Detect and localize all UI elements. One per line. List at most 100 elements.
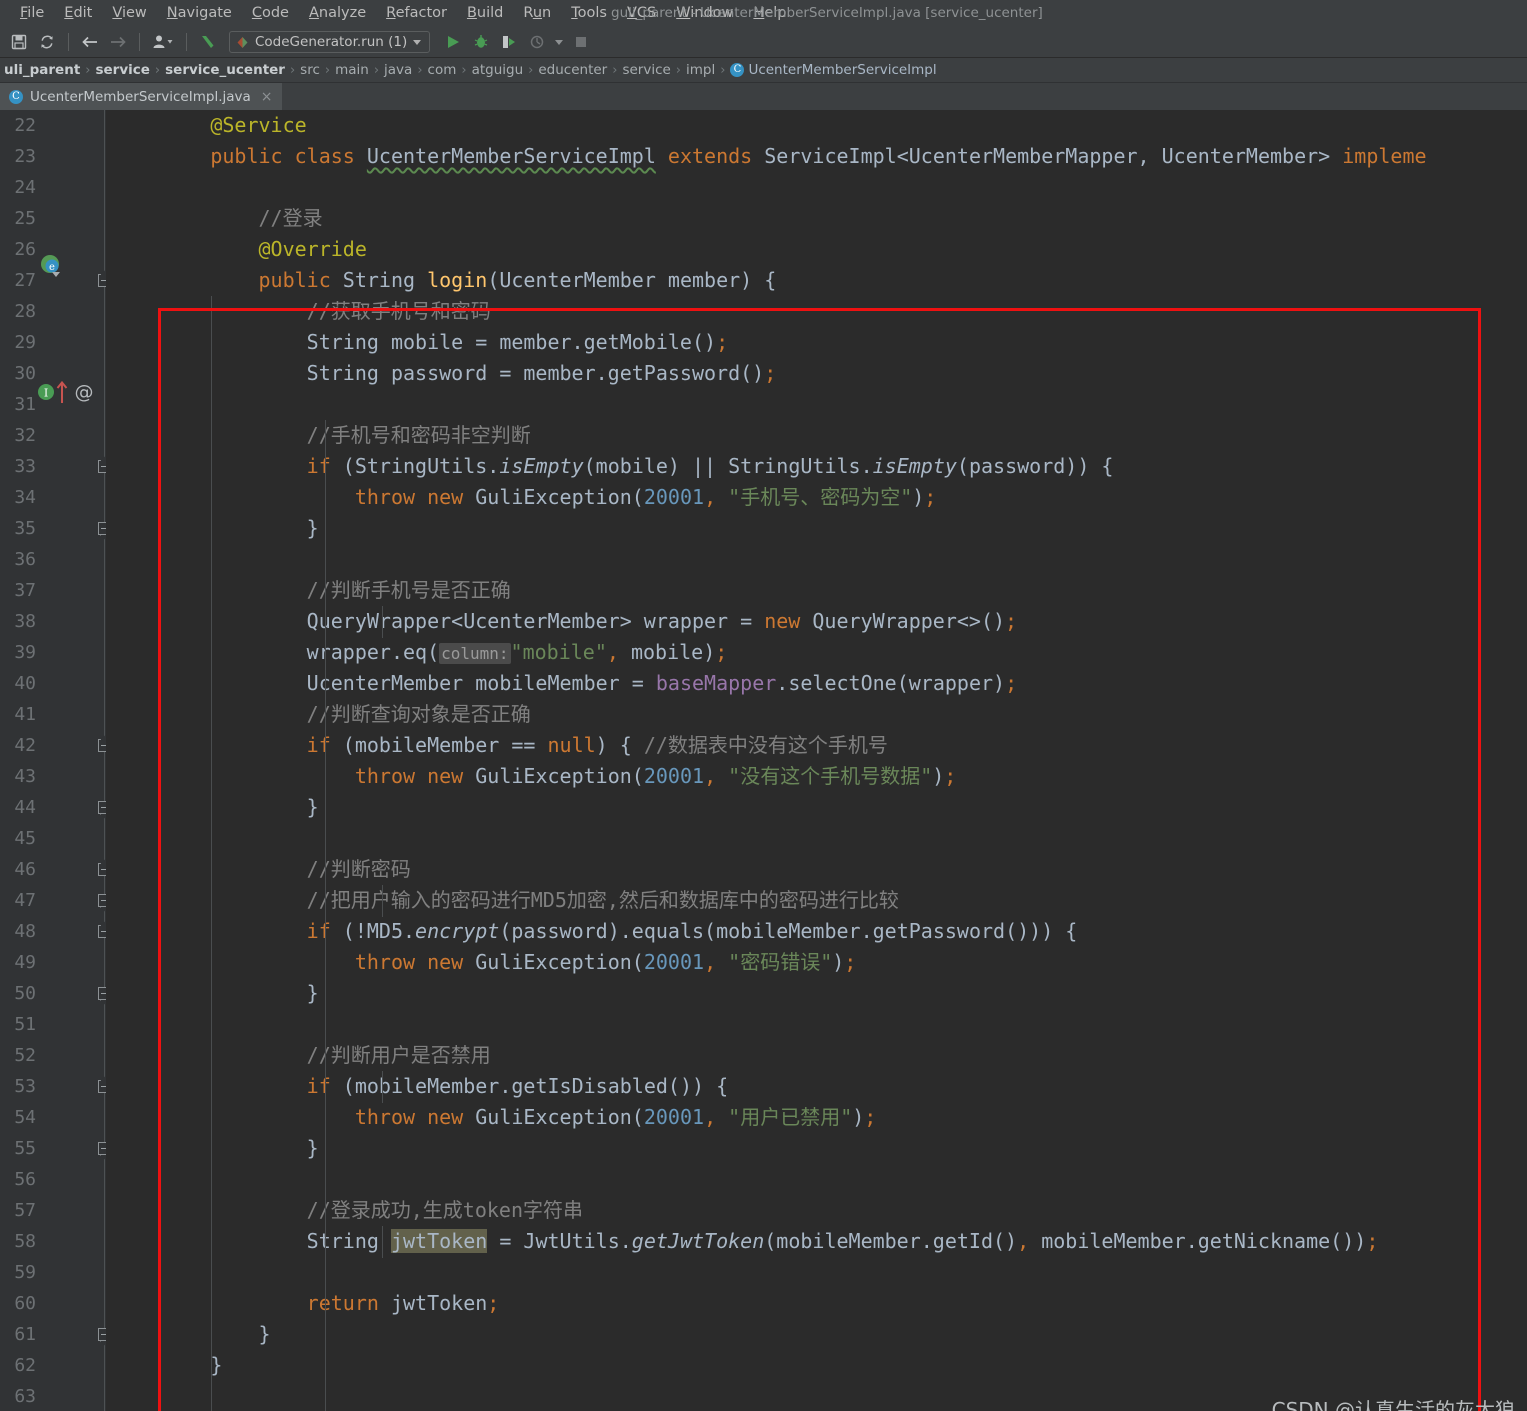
code-line-61[interactable]: } <box>106 1319 1527 1350</box>
profiler-dropdown-icon[interactable] <box>552 29 566 55</box>
menu-item-navigate[interactable]: Navigate <box>157 0 242 27</box>
code-line-28[interactable]: //获取手机号和密码 <box>106 296 1527 327</box>
code-line-30[interactable]: String password = member.getPassword(); <box>106 358 1527 389</box>
code-line-27[interactable]: public String login(UcenterMember member… <box>106 265 1527 296</box>
build-hammer-icon[interactable] <box>195 29 221 55</box>
gutter-line-32[interactable]: 32 <box>0 420 106 451</box>
gutter-line-23[interactable]: 23 <box>0 141 106 172</box>
code-line-46[interactable]: //判断密码 <box>106 854 1527 885</box>
code-line-40[interactable]: UcenterMember mobileMember = baseMapper.… <box>106 668 1527 699</box>
gutter-line-60[interactable]: 60 <box>0 1288 106 1319</box>
gutter-line-43[interactable]: 43 <box>0 761 106 792</box>
code-line-42[interactable]: if (mobileMember == null) { //数据表中没有这个手机… <box>106 730 1527 761</box>
menu-item-file[interactable]: File <box>10 0 54 27</box>
gutter-line-54[interactable]: 54 <box>0 1102 106 1133</box>
run-icon[interactable] <box>440 29 466 55</box>
run-with-coverage-icon[interactable] <box>496 29 522 55</box>
gutter-line-46[interactable]: 46 <box>0 854 106 885</box>
gutter-line-40[interactable]: 40 <box>0 668 106 699</box>
breadcrumb-item-impl[interactable]: impl <box>682 62 719 78</box>
code-line-24[interactable] <box>106 172 1527 203</box>
code-line-45[interactable] <box>106 823 1527 854</box>
code-line-50[interactable]: } <box>106 978 1527 1009</box>
gutter-line-39[interactable]: 39 <box>0 637 106 668</box>
gutter-line-35[interactable]: 35 <box>0 513 106 544</box>
code-line-54[interactable]: throw new GuliException(20001, "用户已禁用"); <box>106 1102 1527 1133</box>
sync-icon[interactable] <box>34 29 60 55</box>
gutter-line-56[interactable]: 56 <box>0 1164 106 1195</box>
code-line-47[interactable]: //把用户输入的密码进行MD5加密,然后和数据库中的密码进行比较 <box>106 885 1527 916</box>
menu-item-view[interactable]: View <box>102 0 156 27</box>
editor-gutter[interactable]: 22 23 24 25 26 27 28 29 30 31 32 33 34 35 36 37 38 39 40 41… <box>0 110 111 1411</box>
code-line-25[interactable]: //登录 <box>106 203 1527 234</box>
gutter-line-36[interactable]: 36 <box>0 544 106 575</box>
code-line-51[interactable] <box>106 1009 1527 1040</box>
breadcrumb-item-service_ucenter[interactable]: service_ucenter <box>161 62 289 78</box>
code-line-52[interactable]: //判断用户是否禁用 <box>106 1040 1527 1071</box>
menu-item-tools[interactable]: Tools <box>561 0 617 27</box>
breadcrumb-item-atguigu[interactable]: atguigu <box>468 62 528 78</box>
code-line-39[interactable]: wrapper.eq(column: "mobile", mobile); <box>106 637 1527 668</box>
save-icon[interactable] <box>6 29 32 55</box>
menu-item-refactor[interactable]: Refactor <box>376 0 457 27</box>
gutter-line-63[interactable]: 63 <box>0 1381 106 1411</box>
gutter-line-53[interactable]: 53 <box>0 1071 106 1102</box>
code-line-57[interactable]: //登录成功,生成token字符串 <box>106 1195 1527 1226</box>
code-content[interactable]: @Service public class UcenterMemberServi… <box>106 110 1527 1411</box>
code-line-37[interactable]: //判断手机号是否正确 <box>106 575 1527 606</box>
code-line-62[interactable]: } <box>106 1350 1527 1381</box>
code-line-59[interactable] <box>106 1257 1527 1288</box>
code-line-41[interactable]: //判断查询对象是否正确 <box>106 699 1527 730</box>
code-line-55[interactable]: } <box>106 1133 1527 1164</box>
gutter-line-29[interactable]: 29 <box>0 327 106 358</box>
gutter-line-57[interactable]: 57 <box>0 1195 106 1226</box>
breadcrumb-item-service[interactable]: service <box>618 62 674 78</box>
gutter-line-47[interactable]: 47 <box>0 885 106 916</box>
gutter-line-51[interactable]: 51 <box>0 1009 106 1040</box>
breadcrumb-item-src[interactable]: src <box>296 62 324 78</box>
gutter-line-34[interactable]: 34 <box>0 482 106 513</box>
gutter-line-44[interactable]: 44 <box>0 792 106 823</box>
tab-ucentermemberserviceimpl[interactable]: C UcenterMemberServiceImpl.java × <box>0 83 282 110</box>
code-line-22[interactable]: @Service <box>106 110 1527 141</box>
gutter-line-41[interactable]: 41 <box>0 699 106 730</box>
code-line-23[interactable]: public class UcenterMemberServiceImpl ex… <box>106 141 1527 172</box>
user-settings-icon[interactable] <box>148 29 178 55</box>
code-line-56[interactable] <box>106 1164 1527 1195</box>
gutter-line-37[interactable]: 37 <box>0 575 106 606</box>
gutter-line-28[interactable]: 28 <box>0 296 106 327</box>
back-arrow-icon[interactable] <box>77 29 103 55</box>
code-line-43[interactable]: throw new GuliException(20001, "没有这个手机号数… <box>106 761 1527 792</box>
gutter-line-22[interactable]: 22 <box>0 110 106 141</box>
overriding-method-icon[interactable]: I @ <box>36 378 106 410</box>
chevron-down-icon[interactable] <box>413 39 422 45</box>
close-icon[interactable]: × <box>261 89 273 105</box>
code-line-34[interactable]: throw new GuliException(20001, "手机号、密码为空… <box>106 482 1527 513</box>
gutter-line-38[interactable]: 38 <box>0 606 106 637</box>
gutter-line-45[interactable]: 45 <box>0 823 106 854</box>
code-line-35[interactable]: } <box>106 513 1527 544</box>
run-configuration-selector[interactable]: CodeGenerator.run (1) <box>229 31 431 53</box>
code-line-29[interactable]: String mobile = member.getMobile(); <box>106 327 1527 358</box>
menu-item-analyze[interactable]: Analyze <box>299 0 376 27</box>
menu-item-build[interactable]: Build <box>457 0 513 27</box>
gutter-line-59[interactable]: 59 <box>0 1257 106 1288</box>
code-line-32[interactable]: //手机号和密码非空判断 <box>106 420 1527 451</box>
code-line-36[interactable] <box>106 544 1527 575</box>
breadcrumb-item-java[interactable]: java <box>380 62 416 78</box>
menu-item-edit[interactable]: Edit <box>54 0 102 27</box>
implemented-method-icon[interactable]: e <box>38 253 64 283</box>
gutter-line-33[interactable]: 33 <box>0 451 106 482</box>
breadcrumb-item-main[interactable]: main <box>331 62 373 78</box>
code-line-44[interactable]: } <box>106 792 1527 823</box>
code-line-26[interactable]: @Override <box>106 234 1527 265</box>
code-line-48[interactable]: if (!MD5.encrypt(password).equals(mobile… <box>106 916 1527 947</box>
breadcrumb-item-class[interactable]: C UcenterMemberServiceImpl <box>726 62 940 78</box>
code-editor[interactable]: 22 23 24 25 26 27 28 29 30 31 32 33 34 35 36 37 38 39 40 41… <box>0 110 1527 1411</box>
code-line-58[interactable]: String jwtToken = JwtUtils.getJwtToken(m… <box>106 1226 1527 1257</box>
gutter-line-42[interactable]: 42 <box>0 730 106 761</box>
debug-icon[interactable] <box>468 29 494 55</box>
gutter-line-55[interactable]: 55 <box>0 1133 106 1164</box>
code-line-53[interactable]: if (mobileMember.getIsDisabled()) { <box>106 1071 1527 1102</box>
code-line-31[interactable] <box>106 389 1527 420</box>
